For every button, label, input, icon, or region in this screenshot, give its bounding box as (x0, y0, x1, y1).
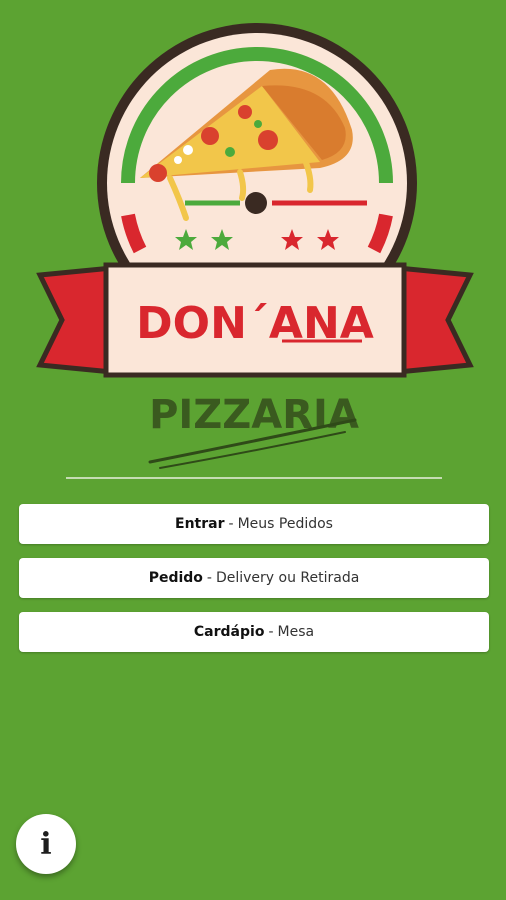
pizzeria-logo: DON´ANA PIZZARIA (36, 23, 474, 479)
info-button[interactable]: i (16, 814, 76, 874)
logo-ribbon-right (395, 265, 474, 375)
login-my-orders-button[interactable]: Entrar - Meus Pedidos (19, 504, 489, 544)
button-label-bold: Entrar (175, 516, 225, 532)
button-separator: - (206, 570, 212, 586)
button-label: Delivery ou Retirada (215, 570, 360, 586)
logo-ribbon-left (36, 265, 115, 375)
order-delivery-button[interactable]: Pedido - Delivery ou Retirada (19, 558, 489, 598)
menu-table-button[interactable]: Cardápio - Mesa (19, 612, 489, 652)
button-separator: - (228, 516, 234, 532)
button-separator: - (268, 624, 274, 640)
button-label-bold: Pedido (148, 570, 203, 586)
button-label: Mesa (277, 624, 315, 640)
info-icon: i (40, 826, 52, 862)
brand-subtitle: PIZZARIA (149, 392, 359, 438)
button-label-bold: Cardápio (193, 624, 265, 640)
button-label: Meus Pedidos (237, 516, 333, 532)
